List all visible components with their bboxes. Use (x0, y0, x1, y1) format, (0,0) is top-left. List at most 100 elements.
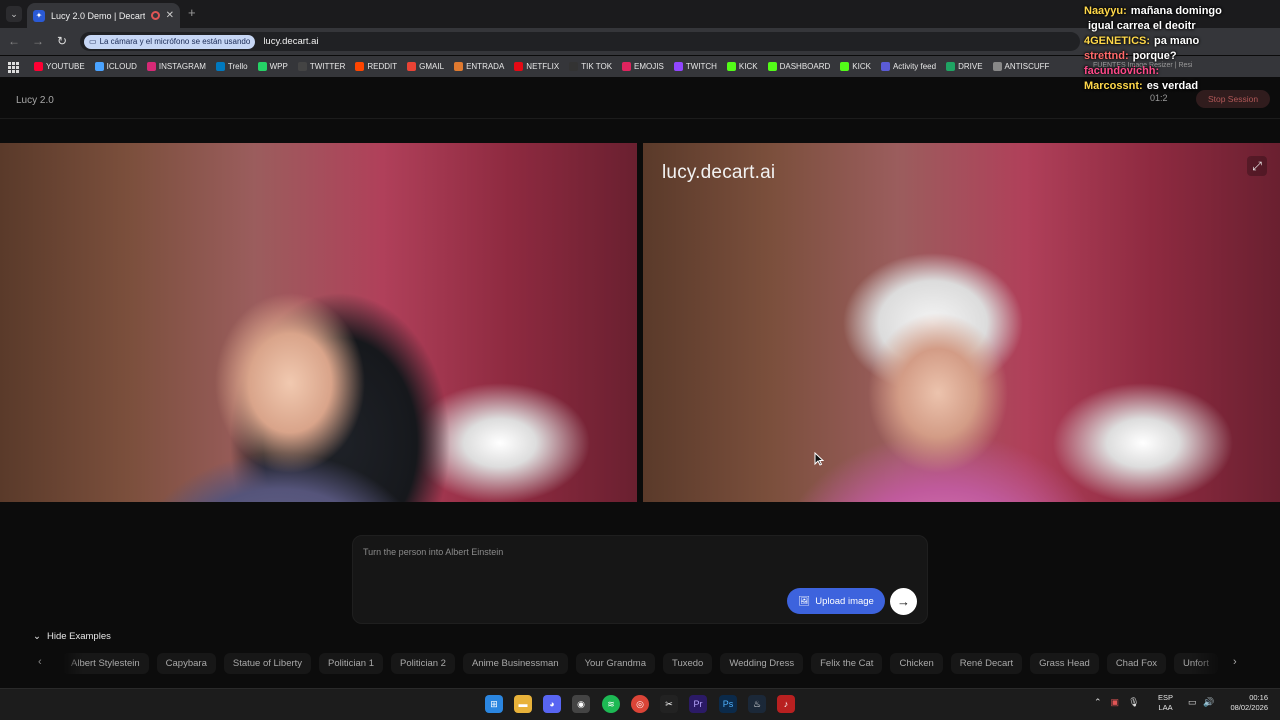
bookmark-label: ANTISCUFF (1004, 62, 1050, 71)
example-chip[interactable]: Felix the Cat (811, 653, 883, 674)
bookmark-item[interactable]: ANTISCUFF (992, 62, 1050, 71)
address-bar[interactable]: ▭ La cámara y el micrófono se están usan… (80, 32, 1080, 51)
bookmark-item[interactable]: DRIVE (946, 62, 983, 71)
chat-text: porque? (1132, 50, 1177, 62)
fullscreen-icon[interactable]: ⤢ (1247, 156, 1267, 176)
bookmark-label: GMAIL (419, 62, 445, 71)
bookmark-item[interactable]: ICLOUD (94, 62, 137, 71)
new-tab-button[interactable]: + (188, 5, 196, 20)
voicemod-icon[interactable]: ♪ (777, 695, 795, 713)
volume-icon[interactable]: 🔊 (1203, 697, 1214, 708)
stop-session-button[interactable]: Stop Session (1196, 90, 1270, 108)
chat-username: Naayyu: (1084, 5, 1127, 17)
bookmark-item[interactable]: EMOJIS (622, 62, 664, 71)
chevron-left-icon[interactable]: ‹ (38, 656, 42, 668)
bookmark-label: TWITCH (685, 62, 717, 71)
tray-overflow-icon[interactable]: ⌃ (1094, 697, 1102, 708)
photoshop-icon[interactable]: Ps (719, 695, 737, 713)
stream-chat-overlay: Naayyu: mañana domingo igual carrea el deo… (1084, 5, 1280, 92)
reload-icon[interactable]: ↻ (55, 34, 69, 48)
bookmark-label: ICLOUD (106, 62, 137, 71)
example-chip[interactable]: Wedding Dress (720, 653, 804, 674)
example-chip[interactable]: Anime Businessman (462, 653, 568, 674)
bookmark-item[interactable]: YOUTUBE (34, 62, 85, 71)
instagram-icon (146, 62, 156, 71)
bookmark-item[interactable]: WPP (257, 62, 288, 71)
webcam-input-video (0, 143, 637, 502)
microphone-icon[interactable]: 🎙 (1128, 697, 1139, 708)
steam-icon[interactable]: ♨ (748, 695, 766, 713)
bookmark-label: Activity feed (892, 62, 937, 71)
bookmark-label: ENTRADA (466, 62, 505, 71)
camera-in-use-chip[interactable]: ▭ La cámara y el micrófono se están usan… (84, 34, 256, 49)
netflix-icon (514, 62, 524, 71)
premiere-icon[interactable]: Pr (689, 695, 707, 713)
submit-prompt-button[interactable]: → (890, 588, 917, 615)
capcut-icon[interactable]: ✂ (660, 695, 678, 713)
hide-examples-toggle[interactable]: ⌄ Hide Examples (33, 631, 111, 642)
network-icon[interactable]: ▭ (1188, 697, 1197, 708)
bookmark-item[interactable]: INSTAGRAM (146, 62, 206, 71)
bookmark-item[interactable]: Trello (215, 62, 248, 71)
close-tab-icon[interactable]: ✕ (166, 10, 174, 21)
file-explorer-icon[interactable]: ▬ (514, 695, 532, 713)
obs-icon[interactable]: ◉ (572, 695, 590, 713)
chevron-right-icon[interactable]: › (1233, 656, 1237, 668)
example-chip[interactable]: Your Grandma (575, 653, 655, 674)
example-chip[interactable]: René Decart (950, 653, 1023, 674)
tray-app-icon[interactable]: ▣ (1111, 697, 1120, 708)
tab-title: Lucy 2.0 Demo | Decart AI (51, 10, 145, 21)
chat-text: pa mano (1154, 35, 1200, 47)
bookmark-item[interactable]: TWITTER (297, 62, 346, 71)
example-chip[interactable]: Tuxedo (663, 653, 713, 674)
chat-text: igual carrea el deoitr (1088, 20, 1196, 32)
browser-tab[interactable]: ✦ Lucy 2.0 Demo | Decart AI ✕ (27, 3, 180, 28)
chat-message: igual carrea el deoitr (1084, 20, 1280, 32)
chrome-icon[interactable]: ◎ (631, 695, 649, 713)
bookmark-label: REDDIT (367, 62, 398, 71)
example-chip[interactable]: Chad Fox (1106, 653, 1166, 674)
camera-icon: ▭ (89, 37, 97, 46)
windows-start-icon[interactable]: ⊞ (485, 695, 503, 713)
bookmark-item[interactable]: NETFLIX (514, 62, 559, 71)
bookmark-item[interactable]: Activity feed (880, 62, 937, 71)
bookmark-item[interactable]: KICK (726, 62, 758, 71)
mouse-cursor-icon (814, 452, 824, 466)
example-chip[interactable]: Grass Head (1030, 653, 1099, 674)
clock-date: 08/02/2026 (1230, 703, 1268, 712)
bookmark-item[interactable]: DASHBOARD (767, 62, 830, 71)
tab-search-button[interactable]: ⌄ (6, 6, 22, 22)
apps-grid-icon[interactable] (8, 61, 19, 73)
bookmark-label: TWITTER (309, 62, 346, 71)
example-chip[interactable]: Capybara (156, 653, 216, 674)
example-chip[interactable]: Chicken (890, 653, 943, 674)
bookmark-item[interactable]: ENTRADA (454, 62, 504, 71)
chat-text: es verdad (1146, 80, 1199, 92)
spotify-icon[interactable]: ≋ (602, 695, 620, 713)
bookmark-label: NETFLIX (526, 62, 560, 71)
bookmark-item[interactable]: TIK TOK (569, 62, 612, 71)
bookmark-label: KICK (738, 62, 758, 71)
example-chip[interactable]: Politician 1 (319, 653, 383, 674)
chat-message: strettnd: porque? (1084, 50, 1280, 62)
taskbar-clock[interactable]: 00:16 08/02/2026 (1220, 693, 1268, 713)
discord-icon[interactable]: ◕ (543, 695, 561, 713)
forward-arrow-icon[interactable]: → (31, 34, 45, 48)
example-chip[interactable]: Statue of Liberty (223, 653, 312, 674)
output-watermark: lucy.decart.ai (662, 162, 776, 183)
bookmark-label: TIK TOK (581, 62, 613, 71)
clock-time: 00:16 (1249, 693, 1268, 702)
upload-image-button[interactable]: 🖼 Upload image (787, 588, 885, 614)
keyboard-language[interactable]: ESP LAA (1158, 693, 1173, 713)
bookmark-item[interactable]: REDDIT (355, 62, 397, 71)
example-chip[interactable]: Albert Stylestein (62, 653, 149, 674)
bookmark-item[interactable]: GMAIL (407, 62, 444, 71)
back-arrow-icon[interactable]: ← (7, 34, 21, 48)
bookmark-item[interactable]: TWITCH (673, 62, 717, 71)
example-chip[interactable]: Politician 2 (391, 653, 455, 674)
chat-text: mañana domingo (1130, 5, 1222, 17)
bookmark-item[interactable]: KICK (840, 62, 871, 71)
chat-username: Marcossnt: (1084, 80, 1143, 92)
whatsapp-icon (257, 62, 267, 71)
example-chip[interactable]: Unfort (1174, 653, 1218, 674)
